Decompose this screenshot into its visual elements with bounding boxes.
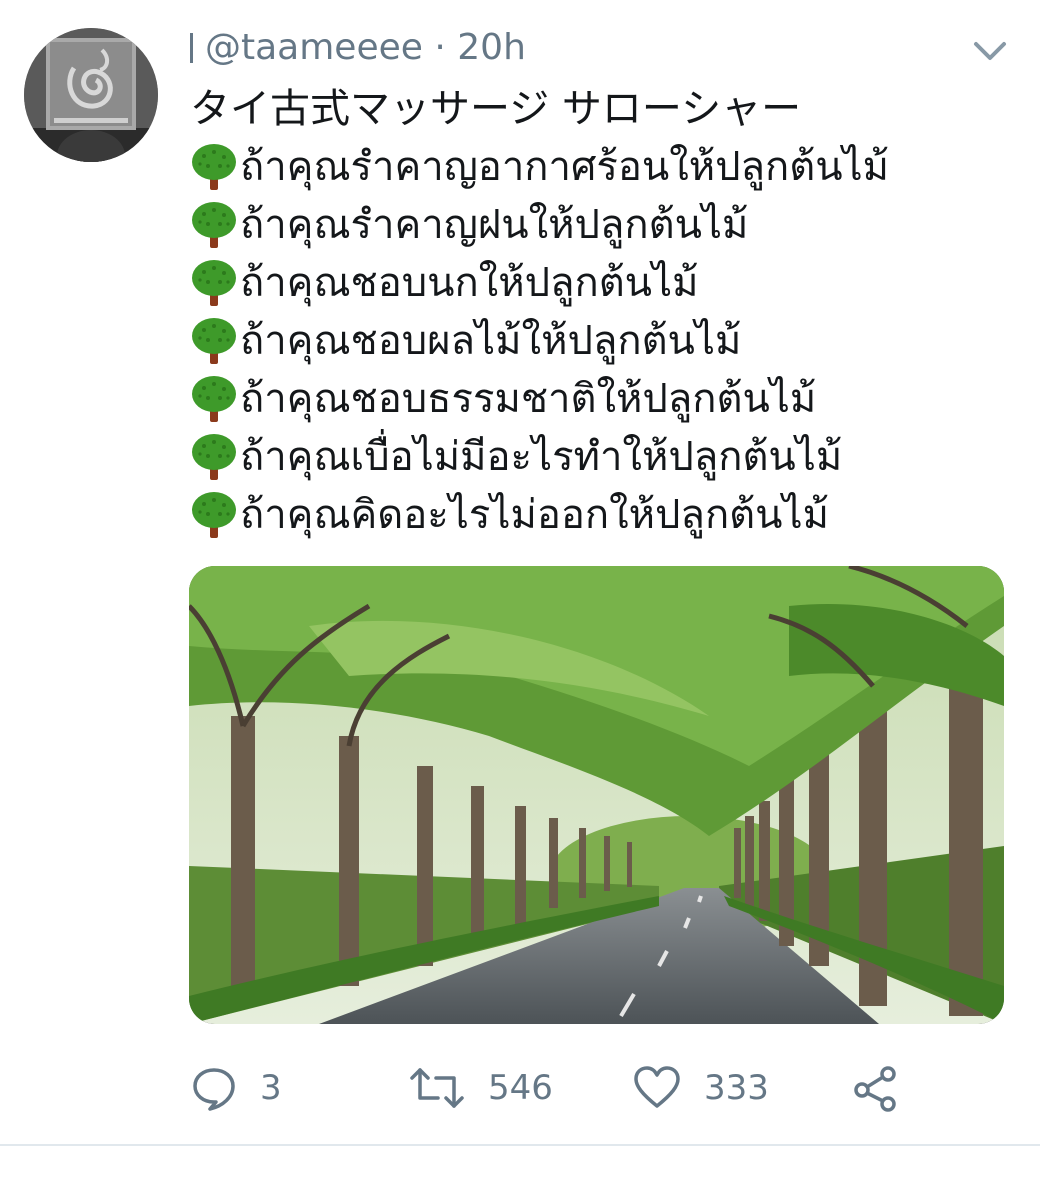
user-handle[interactable]: @taameeee [205,27,423,68]
divider [0,1144,1040,1146]
avatar-image [24,28,158,162]
share-button[interactable] [850,1060,900,1116]
tweet-line-text: ถ้าคุณเบื่อไม่มีอะไรทำให้ปลูกต้นไม้ [240,434,843,480]
tweet-line-text: ถ้าคุณชอบนกให้ปลูกต้นไม้ [240,260,699,306]
tweet-time[interactable]: 20h [457,27,526,68]
deciduous-tree-icon [192,318,236,364]
tweet-media[interactable] [189,566,1004,1024]
tweet-line-text: ถ้าคุณรำคาญฝนให้ปลูกต้นไม้ [240,202,749,248]
retweet-count: 546 [488,1068,553,1108]
tweet-title: タイ古式マッサージ サローシャー [190,86,802,132]
deciduous-tree-icon [192,202,236,248]
avatar[interactable] [24,28,158,162]
like-count: 333 [704,1068,769,1108]
tweet-actions: 3 546 333 [190,1060,950,1116]
tweet-line: ถ้าคุณชอบนกให้ปลูกต้นไม้ [190,254,1010,312]
tweet-line: ถ้าคุณชอบธรรมชาติให้ปลูกต้นไม้ [190,370,1010,428]
like-button[interactable]: 333 [632,1060,769,1116]
tweet-line: ถ้าคุณรำคาญอากาศร้อนให้ปลูกต้นไม้ [190,138,1010,196]
deciduous-tree-icon [192,376,236,422]
tweet-line: ถ้าคุณรำคาญฝนให้ปลูกต้นไม้ [190,196,1010,254]
chevron-down-icon[interactable] [970,36,1010,66]
tweet-header: @taameeee · 20h [190,26,526,70]
separator-dot: · [434,27,446,68]
header-bar [190,33,193,63]
reply-icon [193,1068,235,1111]
tweet-text: タイ古式マッサージ サローシャー ถ้าคุณรำคาญอากาศร้อนให้… [190,80,1010,544]
tweet-line: ถ้าคุณคิดอะไรไม่ออกให้ปลูกต้นไม้ [190,486,1010,544]
reply-count: 3 [260,1068,282,1108]
tweet-line-text: ถ้าคุณรำคาญอากาศร้อนให้ปลูกต้นไม้ [240,144,890,190]
deciduous-tree-icon [192,144,236,190]
tweet-line-text: ถ้าคุณคิดอะไรไม่ออกให้ปลูกต้นไม้ [240,492,829,538]
deciduous-tree-icon [192,434,236,480]
deciduous-tree-icon [192,260,236,306]
tweet-line-text: ถ้าคุณชอบธรรมชาติให้ปลูกต้นไม้ [240,376,817,422]
tree-tunnel-road-photo [189,566,1004,1024]
deciduous-tree-icon [192,492,236,538]
retweet-icon [410,1068,464,1108]
heart-icon [634,1066,680,1108]
retweet-button[interactable]: 546 [408,1060,553,1116]
share-icon [854,1066,896,1112]
tweet-line-text: ถ้าคุณชอบผลไม้ให้ปลูกต้นไม้ [240,318,742,364]
reply-button[interactable]: 3 [190,1060,282,1116]
tweet-line: ถ้าคุณเบื่อไม่มีอะไรทำให้ปลูกต้นไม้ [190,428,1010,486]
tweet-line: ถ้าคุณชอบผลไม้ให้ปลูกต้นไม้ [190,312,1010,370]
